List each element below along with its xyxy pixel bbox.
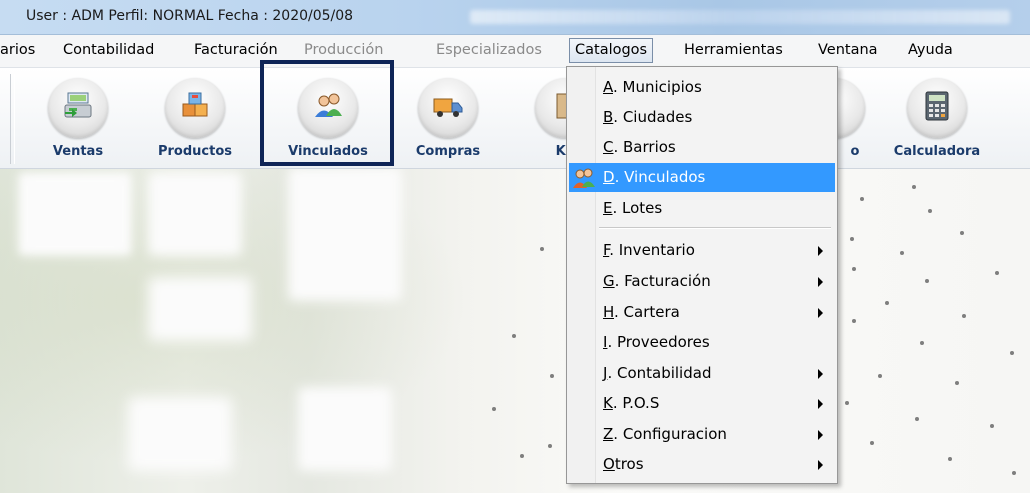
submenu-arrow-icon (818, 430, 823, 440)
menu-item-vinculados[interactable]: D. Vinculados (569, 163, 835, 192)
truck-icon (433, 98, 463, 117)
menu-item-contabilidad[interactable]: J. Contabilidad (569, 359, 835, 388)
menu-especializados[interactable]: Especializados (436, 42, 542, 58)
cash-register-icon (64, 92, 92, 118)
menu-item-inventario[interactable]: F. Inventario (569, 236, 835, 265)
menu-item-proveedores[interactable]: I. Proveedores (569, 328, 835, 357)
menu-item-cartera[interactable]: H. Cartera (569, 298, 835, 327)
compras-label: Compras (415, 144, 481, 159)
catalogos-dropdown: A. Municipios B. Ciudades C. Barrios D. … (566, 66, 838, 484)
menu-item-otros[interactable]: Otros (569, 450, 835, 479)
window-title: User : ADM Perfil: NORMAL Fecha : 2020/0… (26, 8, 354, 24)
menu-bar: arios Contabilidad Facturación Producció… (0, 35, 1030, 68)
menu-herramientas[interactable]: Herramientas (684, 42, 783, 58)
toolbar: Ventas Productos Vinculados Compras Ka o… (0, 68, 1030, 169)
calculadora-label: Calculadora (893, 144, 981, 159)
ventas-label: Ventas (52, 144, 104, 159)
title-bar: User : ADM Perfil: NORMAL Fecha : 2020/0… (0, 0, 1030, 35)
submenu-arrow-icon (818, 308, 823, 318)
menu-facturacion[interactable]: Facturación (194, 42, 278, 58)
submenu-arrow-icon (818, 460, 823, 470)
menu-item-pos[interactable]: K. P.O.S (569, 389, 835, 418)
vinculados-highlight-box (260, 60, 394, 166)
menu-item-configuracion[interactable]: Z. Configuracion (569, 420, 835, 449)
menu-item-facturacion[interactable]: G. Facturación (569, 267, 835, 296)
menu-ayuda[interactable]: Ayuda (908, 42, 953, 58)
menu-contabilidad[interactable]: Contabilidad (63, 42, 154, 58)
background-image (0, 169, 1030, 493)
compras-button[interactable]: Compras (393, 74, 503, 162)
menu-produccion[interactable]: Producción (304, 42, 383, 58)
menu-separator (599, 227, 831, 229)
menu-catalogos[interactable]: Catalogos (569, 38, 654, 63)
menu-ventana[interactable]: Ventana (818, 42, 878, 58)
productos-label: Productos (157, 144, 233, 159)
menu-item-municipios[interactable]: A. Municipios (569, 73, 835, 102)
menu-item-barrios[interactable]: C. Barrios (569, 133, 835, 162)
submenu-arrow-icon (818, 277, 823, 287)
calculator-icon (925, 91, 949, 121)
boxes-icon (182, 92, 208, 117)
blurred-title-area (470, 10, 1010, 24)
menu-usuarios[interactable]: arios (0, 42, 35, 58)
users-icon (573, 168, 595, 188)
productos-button[interactable]: Productos (140, 74, 250, 162)
menu-item-lotes[interactable]: E. Lotes (569, 194, 835, 223)
submenu-arrow-icon (818, 399, 823, 409)
submenu-arrow-icon (818, 246, 823, 256)
calculadora-button[interactable]: Calculadora (882, 74, 992, 162)
menu-item-ciudades[interactable]: B. Ciudades (569, 103, 835, 132)
submenu-arrow-icon (818, 369, 823, 379)
toolbar-grip[interactable] (10, 74, 15, 164)
ventas-button[interactable]: Ventas (23, 74, 133, 162)
